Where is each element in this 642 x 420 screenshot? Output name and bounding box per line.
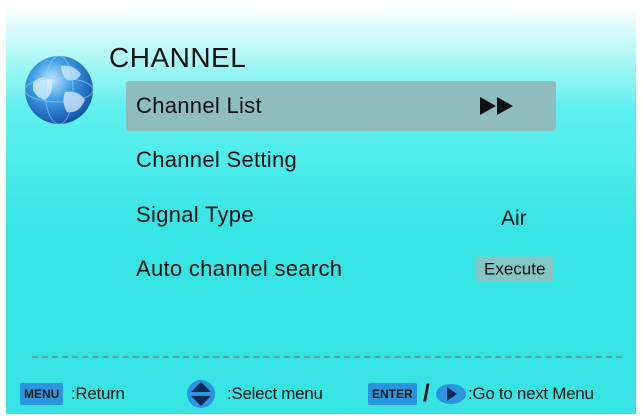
signal-type-value: Air [501, 207, 527, 230]
separator-slash: / [423, 380, 430, 407]
menu-item-label: Auto channel search [136, 256, 343, 281]
menu-item-channel-list[interactable]: Channel List [126, 81, 556, 131]
select-hint-text: :Select menu [227, 384, 323, 403]
osd-screen: CHANNEL Channel List Channel Setting Sig… [6, 6, 636, 414]
help-bar: MENU :Return :Select menu ENTER / :Go to… [6, 379, 636, 414]
menu-title: CHANNEL [109, 42, 247, 73]
right-arrow-button-icon [435, 383, 467, 410]
next-menu-hint-text: :Go to next Menu [468, 384, 594, 403]
enter-key-badge: ENTER [368, 383, 417, 405]
globe-icon [21, 52, 97, 128]
menu-item-auto-channel-search[interactable]: Auto channel search Execute [126, 244, 556, 294]
execute-button[interactable]: Execute [476, 256, 554, 282]
menu-item-channel-setting[interactable]: Channel Setting [126, 135, 556, 185]
menu-key-badge: MENU [20, 383, 64, 405]
double-right-arrow-icon [478, 96, 518, 116]
menu-item-label: Signal Type [136, 202, 254, 227]
divider [32, 356, 622, 358]
return-hint-text: :Return [71, 384, 125, 403]
menu-item-label: Channel List [136, 93, 262, 118]
menu-item-label: Channel Setting [136, 147, 298, 172]
up-down-arrows-icon [186, 379, 216, 414]
menu-item-signal-type[interactable]: Signal Type Air [126, 190, 556, 240]
